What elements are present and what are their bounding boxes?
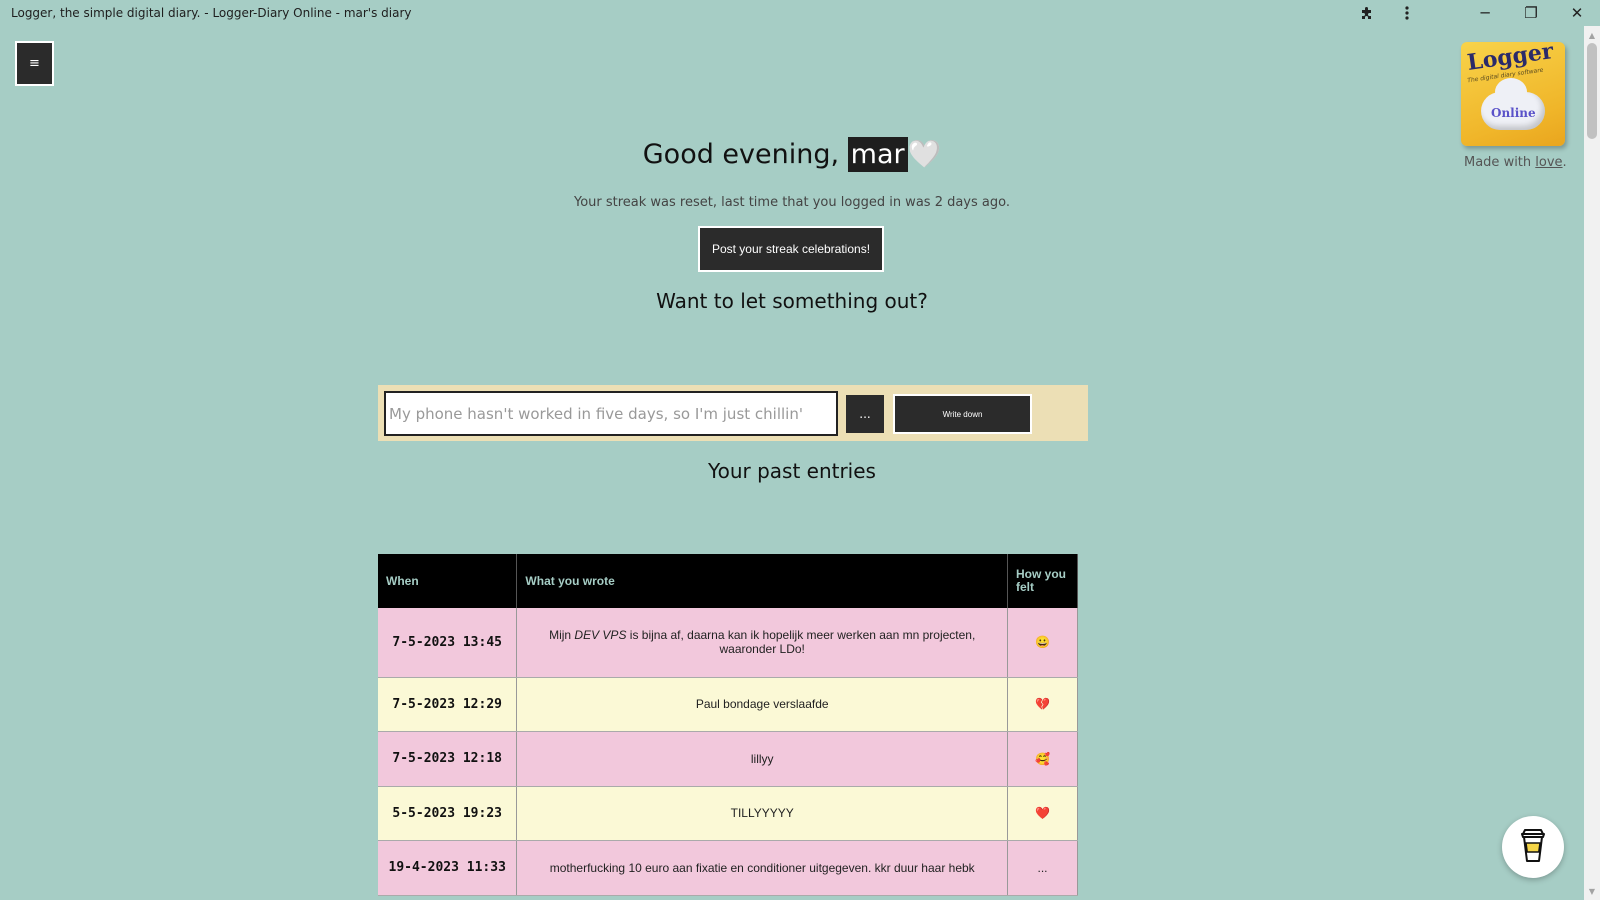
- scroll-up-arrow-icon[interactable]: ▲: [1584, 28, 1600, 42]
- table-row[interactable]: 7-5-2023 12:18 lillyy 🥰: [378, 731, 1078, 787]
- coffee-cup-icon: [1519, 827, 1547, 867]
- header-when: When: [378, 554, 518, 608]
- entry-form: My phone hasn't worked in five days, so …: [378, 385, 1088, 441]
- entry-mood: ❤️: [1007, 786, 1078, 841]
- scroll-thumb[interactable]: [1587, 43, 1597, 139]
- vertical-scrollbar[interactable]: ▲ ▼: [1584, 26, 1600, 900]
- write-down-button[interactable]: Write down: [893, 394, 1032, 434]
- greeting-heading: Good evening, mar 🤍: [0, 137, 1584, 172]
- window-title: Logger, the simple digital diary. - Logg…: [11, 6, 412, 20]
- entry-text: TILLYYYYY: [516, 786, 1008, 841]
- entry-date: 7-5-2023 12:18: [378, 731, 518, 787]
- greeting-prefix: Good evening,: [642, 139, 848, 170]
- entry-text: motherfucking 10 euro aan fixatie en con…: [516, 840, 1008, 896]
- entry-date: 7-5-2023 12:29: [378, 677, 518, 732]
- close-button[interactable]: ✕: [1566, 2, 1588, 24]
- table-row[interactable]: 19-4-2023 11:33 motherfucking 10 euro aa…: [378, 840, 1078, 896]
- entry-text: Mijn DEV VPS is bijna af, daarna kan ik …: [516, 608, 1008, 678]
- entry-mood: 🥰: [1007, 731, 1078, 787]
- kebab-menu-icon[interactable]: [1396, 2, 1418, 24]
- entry-date: 19-4-2023 11:33: [378, 840, 518, 896]
- entry-mood: 😀: [1007, 608, 1078, 678]
- logger-online-logo: Logger The digital diary software Online: [1461, 42, 1565, 146]
- entry-text-emphasis: DEV VPS: [574, 628, 627, 643]
- table-row[interactable]: 5-5-2023 19:23 TILLYYYYY ❤️: [378, 786, 1078, 841]
- table-row[interactable]: 7-5-2023 13:45 Mijn DEV VPS is bijna af,…: [378, 608, 1078, 678]
- minimize-button[interactable]: ─: [1474, 2, 1496, 24]
- header-how-you-felt: How you felt: [1007, 554, 1078, 608]
- entry-mood: 💔: [1007, 677, 1078, 732]
- restore-button[interactable]: ❐: [1520, 2, 1542, 24]
- post-streak-button[interactable]: Post your streak celebrations!: [698, 226, 884, 272]
- hamburger-icon: ≡: [29, 56, 40, 71]
- mood-picker-button[interactable]: ...: [846, 395, 884, 433]
- entry-date: 7-5-2023 13:45: [378, 608, 518, 678]
- table-row[interactable]: 7-5-2023 12:29 Paul bondage verslaafde 💔: [378, 677, 1078, 732]
- logo-cloud-word: Online: [1491, 106, 1536, 120]
- streak-message: Your streak was reset, last time that yo…: [573, 195, 1010, 210]
- past-entries-heading: Your past entries: [708, 459, 876, 483]
- prompt-heading: Want to let something out?: [656, 289, 928, 313]
- window-titlebar: Logger, the simple digital diary. - Logg…: [0, 0, 1600, 26]
- entry-input[interactable]: My phone hasn't worked in five days, so …: [384, 391, 838, 436]
- header-what-you-wrote: What you wrote: [516, 554, 1008, 608]
- coffee-button[interactable]: [1502, 816, 1564, 878]
- puzzle-icon[interactable]: [1356, 2, 1378, 24]
- entry-text: lillyy: [516, 731, 1008, 787]
- entry-text-post: is bijna af, daarna kan ik hopelijk meer…: [626, 628, 976, 657]
- user-name: mar: [847, 137, 908, 172]
- table-header-row: When What you wrote How you felt: [378, 554, 1078, 608]
- entry-mood: ...: [1007, 840, 1078, 896]
- entry-date: 5-5-2023 19:23: [378, 786, 518, 841]
- entries-table: When What you wrote How you felt 7-5-202…: [378, 554, 1078, 896]
- hamburger-menu-button[interactable]: ≡: [15, 41, 54, 86]
- scroll-down-arrow-icon[interactable]: ▼: [1584, 884, 1600, 898]
- white-heart-icon: 🤍: [907, 139, 942, 170]
- entry-text-pre: Mijn: [549, 628, 575, 643]
- entry-text: Paul bondage verslaafde: [516, 677, 1008, 732]
